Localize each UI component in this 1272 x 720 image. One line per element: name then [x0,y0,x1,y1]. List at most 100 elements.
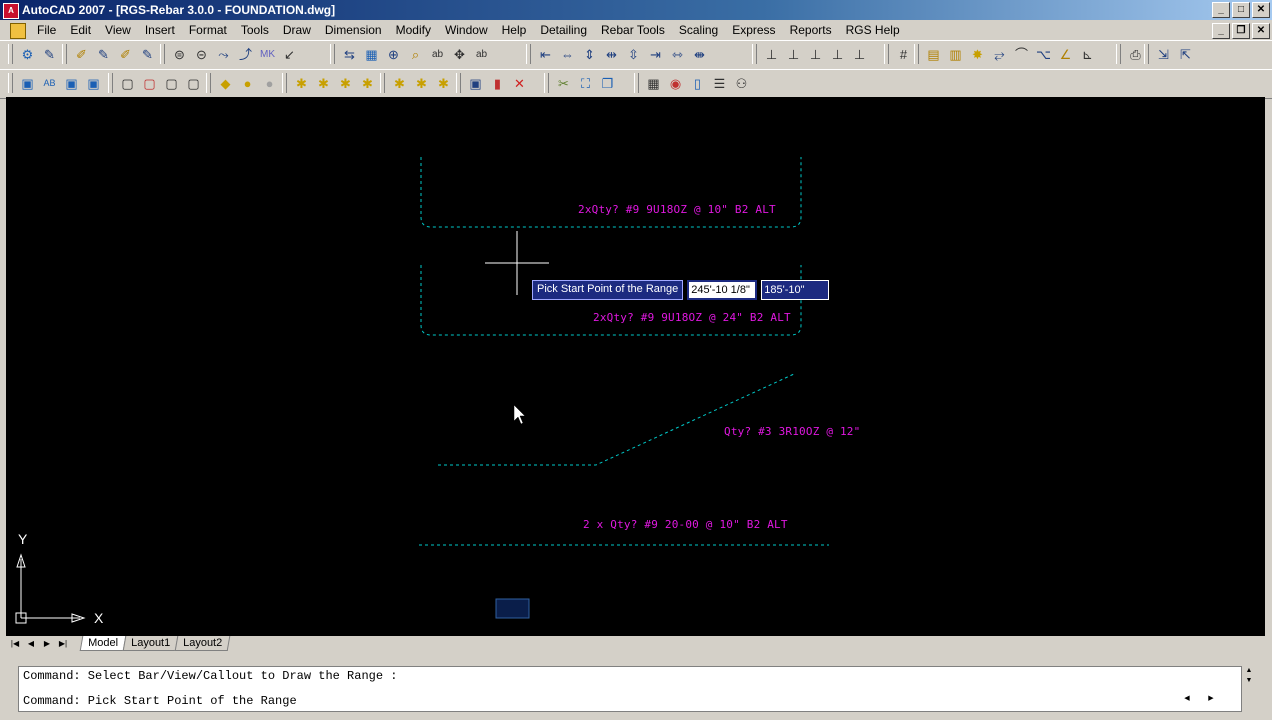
callout-f-icon[interactable]: ✱ [411,73,432,94]
range-a-icon[interactable]: ⇔ [557,44,578,65]
prev-tab-icon[interactable]: ◀ [24,637,38,650]
doc-restore-button[interactable]: ❐ [1232,23,1250,39]
tab-layout1[interactable]: Layout1 [122,636,179,651]
menu-format[interactable]: Format [182,20,234,40]
section-icon[interactable]: ⊜ [169,44,190,65]
print-icon[interactable]: ⎙ [1125,44,1146,65]
range-g-icon[interactable]: ⇼ [689,44,710,65]
export-icon[interactable]: ⇲ [1153,44,1174,65]
grid-icon[interactable]: # [893,44,914,65]
book-icon[interactable]: ▯ [687,73,708,94]
tab-model[interactable]: Model [79,636,127,651]
menu-draw[interactable]: Draw [276,20,318,40]
bar-chart-icon[interactable]: ▮ [487,73,508,94]
doc-a-icon[interactable]: ▢ [117,73,138,94]
schedule-b-icon[interactable]: ▥ [945,44,966,65]
link-icon[interactable]: ⥂ [989,44,1010,65]
command-horizontal-scrollbar[interactable]: ◀ ▶ [1180,694,1218,704]
scroll-up-icon[interactable]: ▲ [1242,666,1256,676]
window-b-icon[interactable]: ▣ [61,73,82,94]
import-icon[interactable]: ⇱ [1175,44,1196,65]
menu-express[interactable]: Express [725,20,782,40]
view-icon[interactable]: ⇆ [339,44,360,65]
callout-e-icon[interactable]: ✱ [389,73,410,94]
menu-rgs-help[interactable]: RGS Help [839,20,907,40]
document-icon[interactable] [10,23,26,39]
maximize-button[interactable]: □ [1232,2,1250,18]
menu-rebar-tools[interactable]: Rebar Tools [594,20,672,40]
menu-file[interactable]: File [30,20,63,40]
doc-minimize-button[interactable]: _ [1212,23,1230,39]
command-history[interactable]: Command: Select Bar/View/Callout to Draw… [18,666,1242,712]
copy-icon[interactable]: ❐ [597,73,618,94]
range-icon[interactable]: ⇤ [535,44,556,65]
dim-b-icon[interactable]: ⊥ [805,44,826,65]
menu-tools[interactable]: Tools [234,20,276,40]
range-c-icon[interactable]: ⇹ [601,44,622,65]
lap-icon[interactable]: ⌥ [1033,44,1054,65]
dim-c-icon[interactable]: ⊥ [827,44,848,65]
list-icon[interactable]: ☰ [709,73,730,94]
menu-help[interactable]: Help [495,20,534,40]
callout-label-3[interactable]: Qty? #3 3R10OZ @ 12" [724,425,860,438]
menu-insert[interactable]: Insert [138,20,182,40]
mark-icon[interactable]: MK [257,44,278,65]
next-tab-icon[interactable]: ▶ [40,637,54,650]
callout-c-icon[interactable]: ✱ [335,73,356,94]
bend-b-icon[interactable]: ⤴ [235,44,256,65]
menu-detailing[interactable]: Detailing [533,20,594,40]
dim-icon[interactable]: ⊥ [761,44,782,65]
tab-layout2[interactable]: Layout2 [174,636,231,651]
extents-icon[interactable]: ⛶ [575,73,596,94]
x-coordinate-input[interactable] [687,280,758,300]
dim-d-icon[interactable]: ⊥ [849,44,870,65]
zoom-icon[interactable]: ⊕ [383,44,404,65]
scroll-right-icon[interactable]: ▶ [1204,694,1218,704]
draw-bar-icon[interactable]: ✐ [71,44,92,65]
hook-icon[interactable]: ⌒ [1011,44,1032,65]
find-icon[interactable]: ⌕ [405,44,426,65]
scroll-left-icon[interactable]: ◀ [1180,694,1194,704]
range-f-icon[interactable]: ⇿ [667,44,688,65]
section-b-icon[interactable]: ⊝ [191,44,212,65]
scroll-down-icon[interactable]: ▼ [1242,676,1256,686]
last-tab-icon[interactable]: ▶| [56,637,70,650]
bulb-b-icon[interactable]: ● [259,73,280,94]
doc-d-icon[interactable]: ▢ [183,73,204,94]
menu-dimension[interactable]: Dimension [318,20,389,40]
command-vertical-scrollbar[interactable]: ▲ ▼ [1242,666,1258,688]
layers-icon[interactable]: ▦ [643,73,664,94]
range-b-icon[interactable]: ⇕ [579,44,600,65]
block-icon[interactable]: ◉ [665,73,686,94]
menu-view[interactable]: View [98,20,138,40]
settings-icon[interactable]: ⚙ [17,44,38,65]
move-text-icon[interactable]: ✥ [449,44,470,65]
bend-icon[interactable]: ⤳ [213,44,234,65]
label-ab-icon[interactable]: AB [39,73,60,94]
window-c-icon[interactable]: ▣ [83,73,104,94]
menu-scaling[interactable]: Scaling [672,20,725,40]
bend-edit-icon[interactable]: ∠ [1055,44,1076,65]
callout-b-icon[interactable]: ✱ [313,73,334,94]
doc-b-icon[interactable]: ▢ [139,73,160,94]
text-ab-icon[interactable]: ab [427,44,448,65]
menu-edit[interactable]: Edit [63,20,98,40]
command-line-2[interactable]: Command: Pick Start Point of the Range [23,694,297,708]
draw-bar-c-icon[interactable]: ✎ [137,44,158,65]
drawing-canvas[interactable]: 2xQty? #9 9U18OZ @ 10" B2 ALT 2xQty? #9 … [6,97,1265,636]
callout-d-icon[interactable]: ✱ [357,73,378,94]
doc-close-button[interactable]: ✕ [1252,23,1270,39]
text-ab2-icon[interactable]: ab [471,44,492,65]
edit-bar-icon[interactable]: ✎ [39,44,60,65]
delete-icon[interactable]: ✕ [509,73,530,94]
report-icon[interactable]: ▣ [465,73,486,94]
paint-icon[interactable]: ✸ [967,44,988,65]
menu-modify[interactable]: Modify [389,20,438,40]
autocad-icon[interactable]: A [3,3,19,19]
bulb-a-icon[interactable]: ● [237,73,258,94]
callout-label-2[interactable]: 2xQty? #9 9U18OZ @ 24" B2 ALT [593,311,791,324]
callout-label-4[interactable]: 2 x Qty? #9 20-00 @ 10" B2 ALT [583,518,788,531]
range-e-icon[interactable]: ⇥ [645,44,666,65]
arrow-icon[interactable]: ↙ [279,44,300,65]
draw-bar-b-icon[interactable]: ✐ [115,44,136,65]
